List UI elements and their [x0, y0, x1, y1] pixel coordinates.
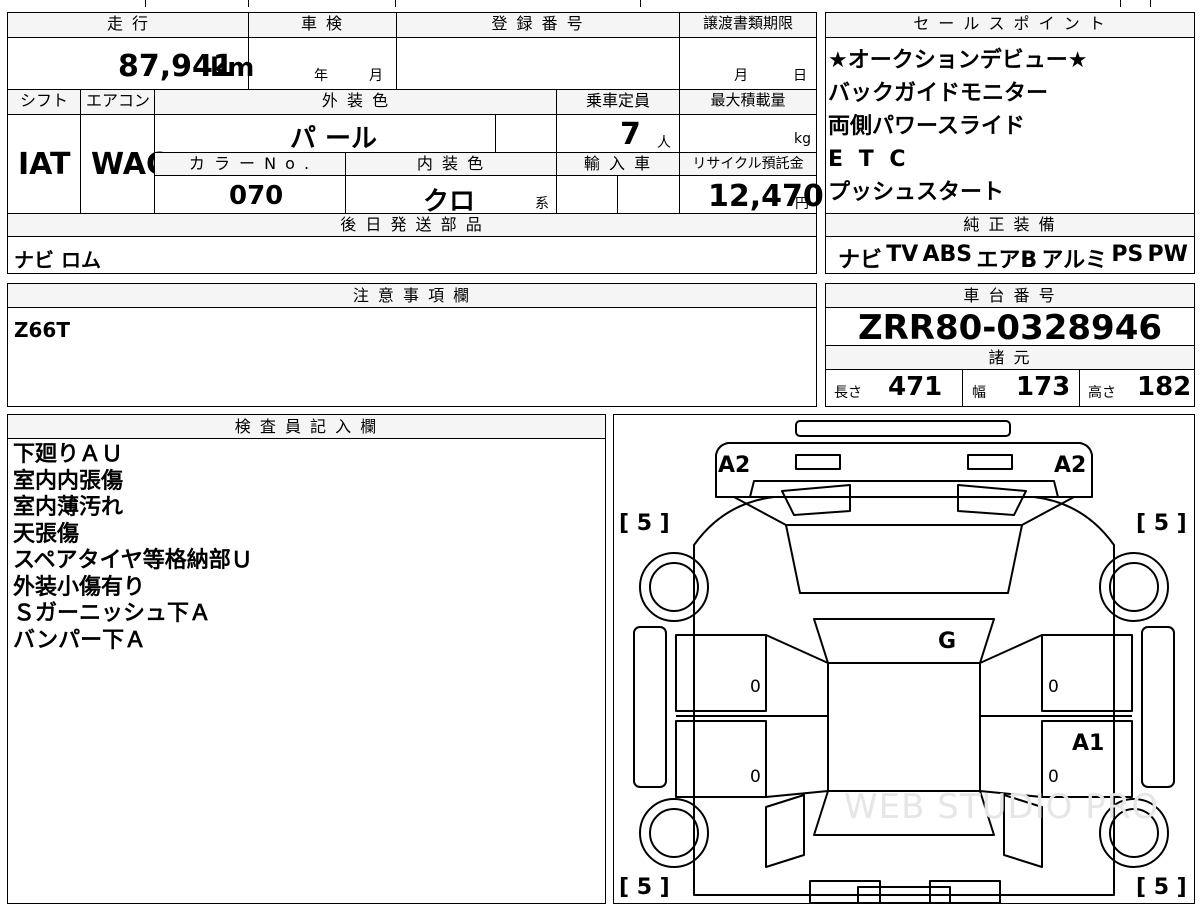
tire-tread-label: [ 5 ] [619, 875, 670, 900]
sales-points-box: セ ー ル ス ポ イ ン ト ★オークションデビュー★ バックガイドモニター … [825, 12, 1195, 274]
tire-tread-label: [ 5 ] [1136, 875, 1187, 900]
inspector-label: 検 査 員 記 入 欄 [8, 415, 605, 438]
inspector-note: 室内薄汚れ [13, 495, 124, 520]
watermark: WEB STUDIO PRO [844, 787, 1160, 827]
tire-tread-label: [ 5 ] [619, 511, 670, 536]
shift-value: IAT [18, 147, 71, 182]
shaken-year: 年 [314, 68, 328, 84]
regno-label: 登 録 番 号 [396, 13, 680, 37]
sales-point: 両側パワースライド [828, 114, 1025, 139]
chassis-label: 車 台 番 号 [826, 284, 1194, 307]
damage-mark: A1 [1072, 731, 1105, 756]
caution-value: Z66T [14, 318, 70, 342]
color-no-label: カ ラ ー N o . [155, 153, 345, 175]
dims-label: 諸 元 [826, 346, 1194, 369]
car-diagram-box: A2 A2 G A1 [ 5 ] [ 5 ] [ 5 ] [ 5 ] 0 0 0… [613, 414, 1195, 904]
sales-point: プッシュスタート [828, 180, 1005, 205]
mileage-label: 走 行 [8, 13, 249, 37]
damage-mark: A2 [718, 453, 751, 478]
top-strip [0, 0, 1200, 7]
caution-box: 注 意 事 項 欄 Z66T [7, 283, 817, 407]
ac-label: エアコン [81, 90, 155, 114]
shift-label: シフト [8, 90, 80, 114]
caution-label: 注 意 事 項 欄 [8, 284, 816, 307]
door-value: 0 [750, 767, 761, 787]
equipment-item: PS [1111, 242, 1144, 267]
inspector-note: 下廻りＡＵ [13, 442, 124, 467]
ext-color-value: パ ール [290, 124, 378, 154]
capacity-value: 7 [620, 117, 641, 152]
inspector-note: 室内内張傷 [13, 468, 124, 494]
maxload-unit: kg [794, 131, 811, 147]
chassis-number: ZRR80-0328946 [857, 308, 1163, 348]
inspector-notes: 下廻りＡＵ 室内内張傷 室内薄汚れ 天張傷 スペアタイヤ等格納部Ｕ 外装小傷有り… [13, 442, 253, 654]
mileage-unit: km [210, 53, 255, 83]
width-value: 173 [1016, 372, 1071, 402]
tire-tread-label: [ 5 ] [1136, 511, 1187, 536]
damage-mark: A2 [1054, 453, 1087, 478]
shaken-month: 月 [369, 68, 383, 84]
door-value: 0 [1048, 767, 1059, 787]
int-color-label: 内 装 色 [346, 153, 556, 175]
door-value: 0 [1048, 677, 1059, 697]
sales-point: E T C [828, 147, 910, 172]
later-parts-value: ナビ ロム [14, 248, 101, 272]
shaken-label: 車 検 [249, 13, 396, 37]
height-label: 高さ [1088, 385, 1116, 401]
vehicle-info-table: 走 行 車 検 登 録 番 号 譲渡書類期限 87,941 km 年 月 月 日… [7, 12, 824, 274]
length-value: 471 [888, 372, 943, 402]
door-value: 0 [750, 677, 761, 697]
transfer-day: 日 [793, 68, 807, 84]
capacity-label: 乗車定員 [557, 90, 679, 114]
chassis-box: 車 台 番 号 ZRR80-0328946 諸 元 長さ 471 幅 173 高… [825, 283, 1195, 407]
capacity-unit: 人 [657, 135, 671, 151]
sales-point: バックガイドモニター [828, 81, 1049, 106]
equipment-item: ナビ [838, 248, 883, 273]
sales-point: ★オークションデビュー★ [828, 48, 1088, 73]
transfer-month: 月 [734, 68, 748, 84]
equipment-item: TV [886, 242, 919, 267]
transfer-label: 譲渡書類期限 [680, 13, 816, 37]
recycle-label: リサイクル預託金 [680, 153, 816, 175]
sales-points-label: セ ー ル ス ポ イ ン ト [826, 13, 1194, 37]
height-value: 182 [1137, 372, 1192, 402]
inspector-note: 天張傷 [13, 521, 80, 547]
width-label: 幅 [972, 385, 986, 401]
int-color-suffix: 系 [535, 196, 549, 212]
equipment-item: エアB [976, 248, 1038, 273]
length-label: 長さ [834, 385, 862, 401]
car-diagram [633, 420, 1175, 903]
sales-points-list: ★オークションデビュー★ バックガイドモニター 両側パワースライド E T C … [828, 44, 1192, 209]
equipment-item: PW [1147, 242, 1188, 267]
ext-color-label: 外 装 色 [155, 90, 557, 114]
inspector-note: バンパー下Ａ [13, 627, 147, 653]
equipment-label: 純 正 装 備 [826, 214, 1194, 236]
inspector-note: スペアタイヤ等格納部Ｕ [13, 548, 253, 573]
equipment-list: ナビ TV ABS エアB アルミ PS PW [838, 242, 1188, 274]
later-parts-label: 後 日 発 送 部 品 [8, 214, 816, 236]
inspector-note: Ｓガーニッシュ下Ａ [13, 601, 212, 626]
inspector-box: 検 査 員 記 入 欄 下廻りＡＵ 室内内張傷 室内薄汚れ 天張傷 スペアタイヤ… [7, 414, 606, 904]
recycle-unit: 円 [795, 196, 809, 212]
import-label: 輸 入 車 [557, 153, 679, 175]
damage-mark: G [938, 629, 957, 654]
equipment-item: ABS [922, 242, 973, 267]
inspector-note: 外装小傷有り [13, 574, 146, 600]
maxload-label: 最大積載量 [680, 90, 816, 114]
color-no-value: 070 [229, 181, 284, 211]
equipment-item: アルミ [1041, 248, 1108, 273]
